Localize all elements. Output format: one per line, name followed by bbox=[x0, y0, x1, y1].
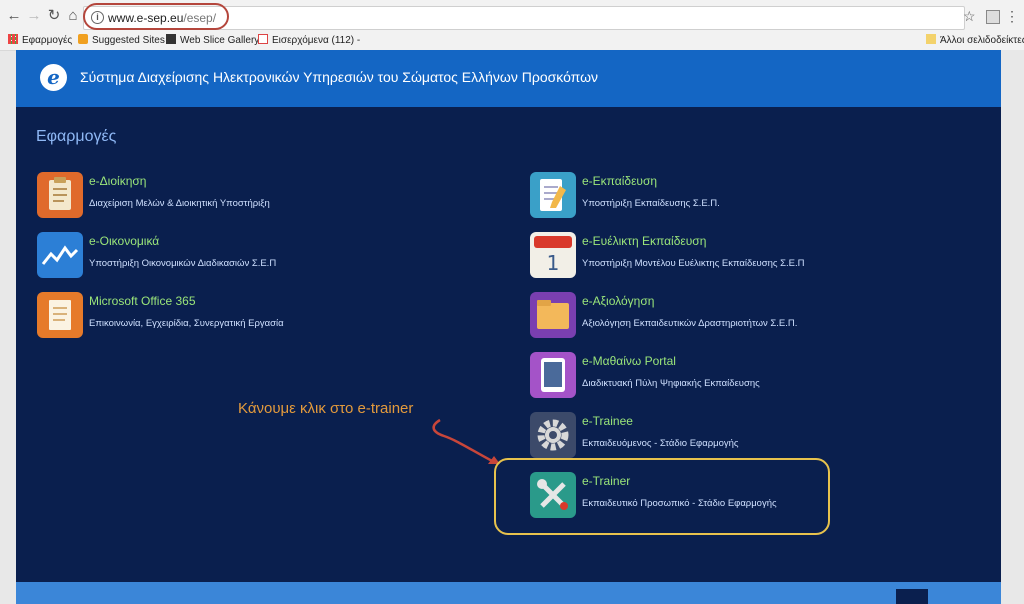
suggested-sites-icon bbox=[78, 34, 88, 44]
app-desc: Διαδικτυακή Πύλη Ψηφιακής Εκπαίδευσης bbox=[582, 378, 760, 389]
line-chart-icon bbox=[37, 232, 83, 278]
app-name[interactable]: e-Ευέλικτη Εκπαίδευση bbox=[582, 234, 706, 248]
home-icon[interactable]: ⌂ bbox=[65, 8, 81, 24]
page-content: e Σύστημα Διαχείρισης Ηλεκτρονικών Υπηρε… bbox=[16, 50, 1001, 604]
app-name[interactable]: e-Οικονομικά bbox=[89, 234, 159, 248]
bookmark-label: Εφαρμογές bbox=[22, 35, 73, 46]
notepad-pencil-icon bbox=[530, 172, 576, 218]
calendar-icon: 1 bbox=[530, 232, 576, 278]
bookmark-label: Άλλοι σελιδοδείκτες bbox=[940, 35, 1024, 46]
back-arrow-icon[interactable]: ← bbox=[6, 8, 22, 24]
folder-icon bbox=[530, 292, 576, 338]
page-footer bbox=[16, 582, 1001, 604]
document-icon bbox=[37, 292, 83, 338]
forward-arrow-icon[interactable]: → bbox=[26, 8, 42, 24]
app-name[interactable]: e-Trainee bbox=[582, 414, 633, 428]
app-desc: Επικοινωνία, Εγχειρίδια, Συνεργατική Εργ… bbox=[89, 318, 284, 329]
app-name[interactable]: e-Εκπαίδευση bbox=[582, 174, 657, 188]
section-title: Εφαρμογές bbox=[36, 128, 117, 145]
app-name[interactable]: e-Μαθαίνω Portal bbox=[582, 354, 676, 368]
app-e-dioikisi[interactable]: e-Διοίκηση Διαχείριση Μελών & Διοικητική… bbox=[37, 172, 337, 218]
app-e-evelikti-ekpaideusi[interactable]: 1 e-Ευέλικτη Εκπαίδευση Υποστήριξη Μοντέ… bbox=[530, 232, 850, 278]
tablet-icon bbox=[530, 352, 576, 398]
bookmark-other[interactable]: Άλλοι σελιδοδείκτες bbox=[926, 34, 1024, 48]
gmail-icon bbox=[258, 34, 268, 44]
bookmarks-bar: Εφαρμογές Suggested Sites Web Slice Gall… bbox=[0, 32, 1024, 51]
apps-grid-icon bbox=[8, 34, 18, 44]
app-e-mathaino-portal[interactable]: e-Μαθαίνω Portal Διαδικτυακή Πύλη Ψηφιακ… bbox=[530, 352, 850, 398]
app-desc: Εκπαιδευόμενος - Στάδιο Εφαρμογής bbox=[582, 438, 739, 449]
app-name[interactable]: e-Αξιολόγηση bbox=[582, 294, 654, 308]
app-desc: Υποστήριξη Οικονομικών Διαδικασιών Σ.Ε.Π bbox=[89, 258, 277, 269]
folder-icon bbox=[926, 34, 936, 44]
app-name[interactable]: Microsoft Office 365 bbox=[89, 294, 196, 308]
footer-block bbox=[896, 589, 928, 604]
browser-toolbar: ← → ↻ ⌂ i www.e-sep.eu/esep/ ☆ ⋮ bbox=[0, 0, 1024, 32]
header-title: Σύστημα Διαχείρισης Ηλεκτρονικών Υπηρεσι… bbox=[80, 69, 599, 85]
bookmark-star-icon[interactable]: ☆ bbox=[963, 8, 976, 25]
reload-icon[interactable]: ↻ bbox=[46, 8, 62, 24]
window-edge bbox=[1001, 50, 1024, 604]
logo-icon: e bbox=[40, 64, 67, 91]
app-e-ekpaideusi[interactable]: e-Εκπαίδευση Υποστήριξη Εκπαίδευσης Σ.Ε.… bbox=[530, 172, 830, 218]
app-e-oikonomika[interactable]: e-Οικονομικά Υποστήριξη Οικονομικών Διαδ… bbox=[37, 232, 337, 278]
app-desc: Διαχείριση Μελών & Διοικητική Υποστήριξη bbox=[89, 198, 270, 209]
page-header: e Σύστημα Διαχείρισης Ηλεκτρονικών Υπηρε… bbox=[16, 50, 1001, 107]
gear-icon bbox=[530, 412, 576, 458]
bookmark-web-slice-gallery[interactable]: Web Slice Gallery bbox=[166, 34, 259, 48]
browser-menu-icon[interactable]: ⋮ bbox=[1005, 8, 1019, 25]
bookmark-label: Web Slice Gallery bbox=[180, 35, 260, 46]
e-trainer-highlight bbox=[494, 458, 830, 535]
url-annotation-circle bbox=[83, 3, 229, 30]
bookmark-label: Εισερχόμενα (112) - bbox=[272, 35, 361, 46]
app-e-trainee[interactable]: e-Trainee Εκπαιδευόμενος - Στάδιο Εφαρμο… bbox=[530, 412, 850, 458]
web-slice-icon bbox=[166, 34, 176, 44]
app-desc: Αξιολόγηση Εκπαιδευτικών Δραστηριοτήτων … bbox=[582, 318, 798, 329]
bookmark-label: Suggested Sites bbox=[92, 35, 165, 46]
clipboard-icon bbox=[37, 172, 83, 218]
bookmark-apps[interactable]: Εφαρμογές bbox=[8, 34, 72, 48]
app-name[interactable]: e-Διοίκηση bbox=[89, 174, 146, 188]
svg-text:1: 1 bbox=[547, 251, 560, 275]
app-desc: Υποστήριξη Εκπαίδευσης Σ.Ε.Π. bbox=[582, 198, 720, 209]
app-e-axiologisi[interactable]: e-Αξιολόγηση Αξιολόγηση Εκπαιδευτικών Δρ… bbox=[530, 292, 850, 338]
app-office-365[interactable]: Microsoft Office 365 Επικοινωνία, Εγχειρ… bbox=[37, 292, 337, 338]
annotation-text: Κάνουμε κλικ στο e-trainer bbox=[238, 400, 414, 417]
app-desc: Υποστήριξη Μοντέλου Ευέλικτης Εκπαίδευση… bbox=[582, 258, 805, 269]
bookmark-inbox[interactable]: Εισερχόμενα (112) - bbox=[258, 34, 360, 48]
extension-icon[interactable] bbox=[986, 10, 1000, 24]
bookmark-suggested-sites[interactable]: Suggested Sites bbox=[78, 34, 165, 48]
annotation-arrow-icon bbox=[432, 418, 500, 464]
